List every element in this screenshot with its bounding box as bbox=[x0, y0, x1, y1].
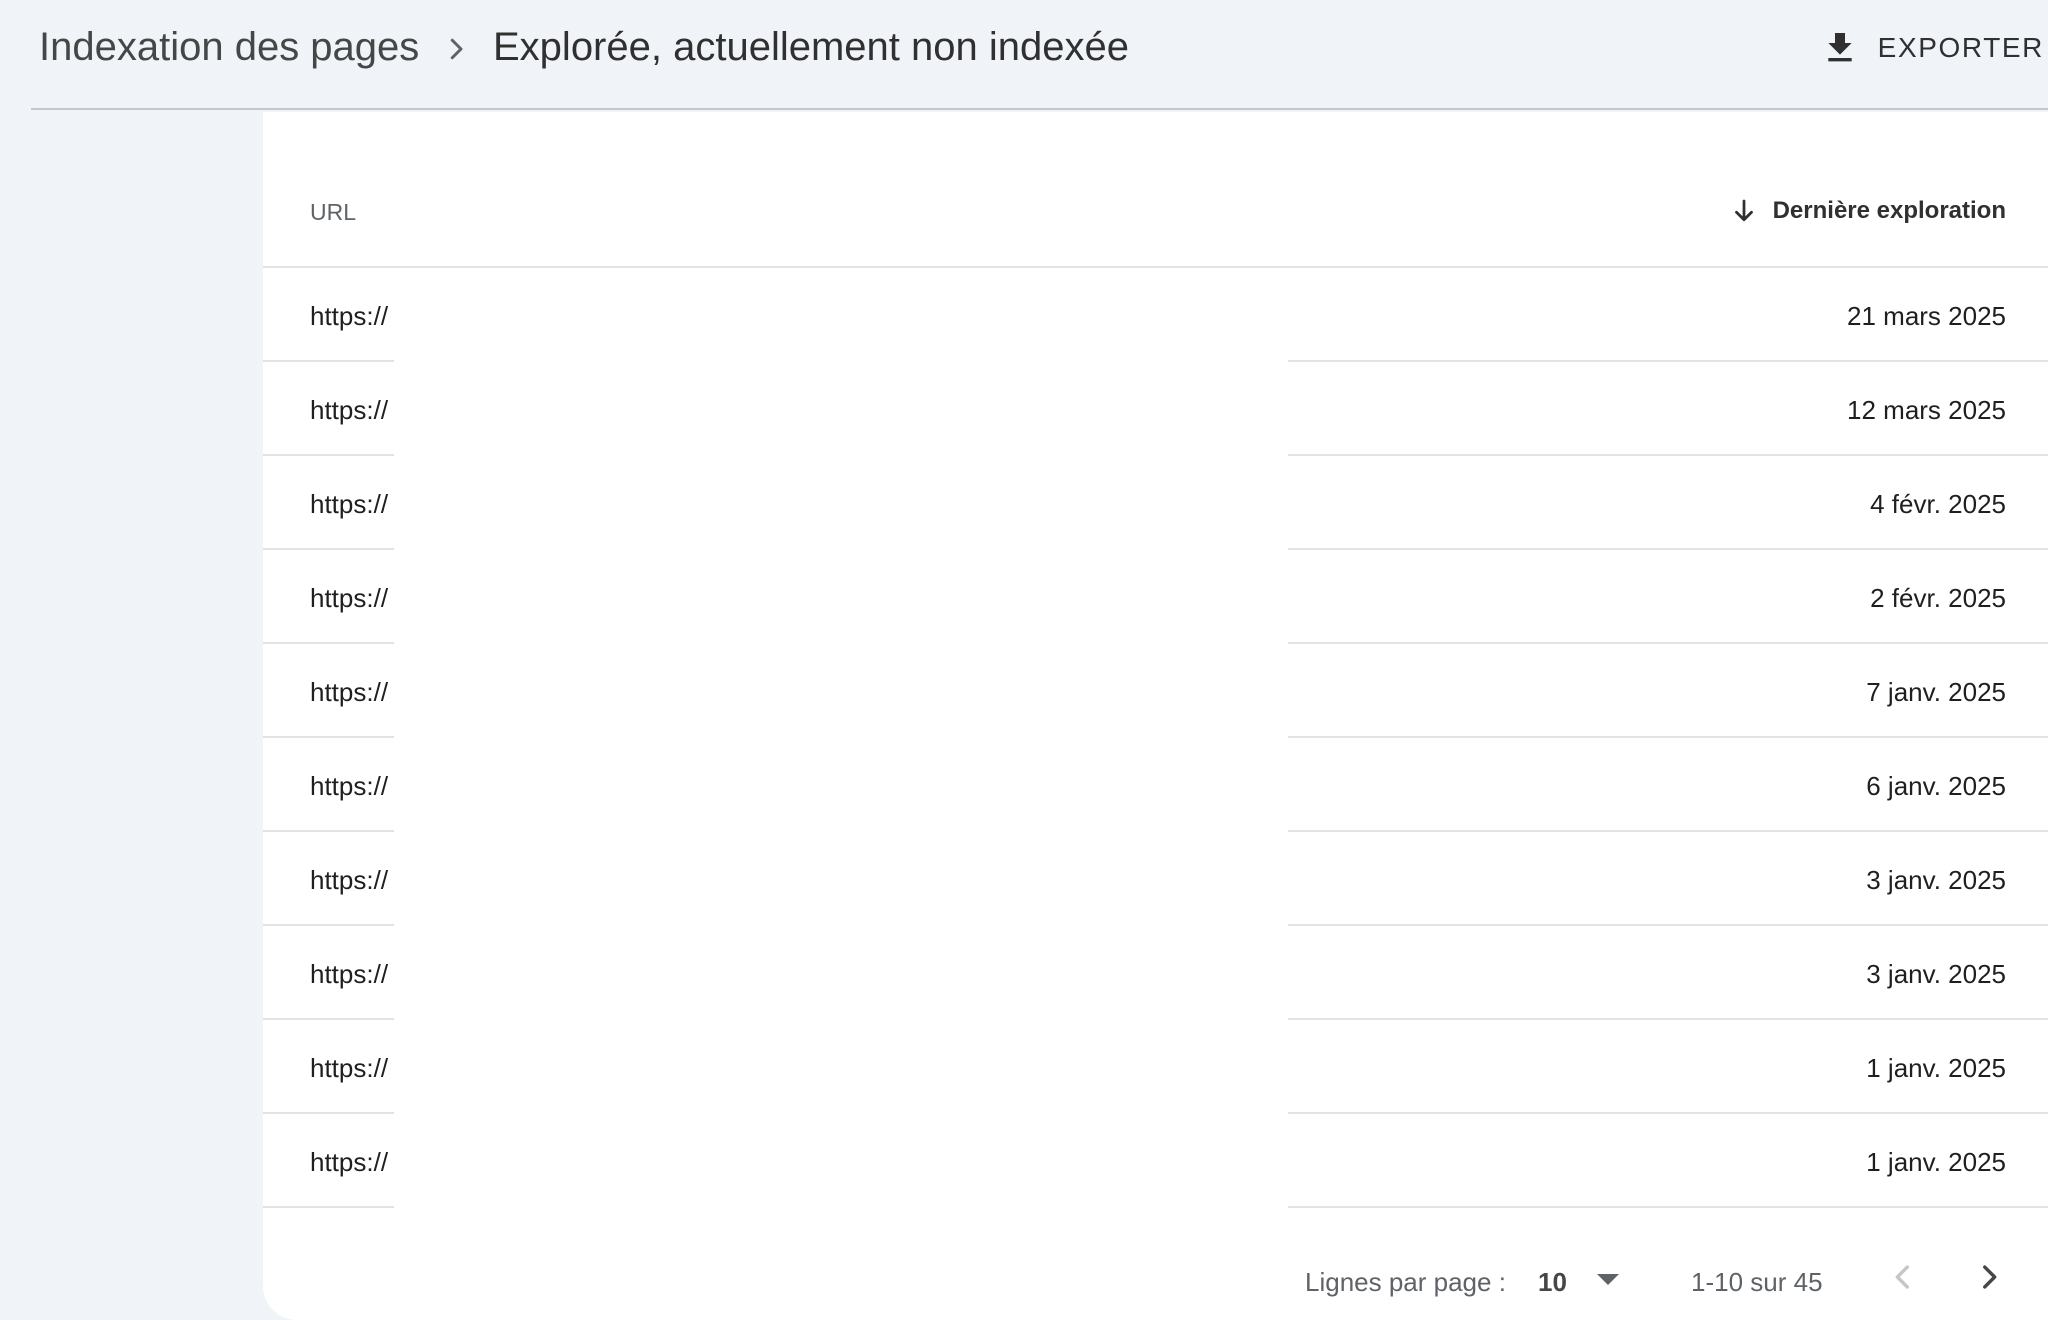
url-cell[interactable]: https:// bbox=[310, 1053, 393, 1084]
column-header-last-crawl-label: Dernière exploration bbox=[1772, 197, 2006, 224]
url-cell[interactable]: https:// bbox=[310, 771, 393, 802]
date-cell: 4 févr. 2025 bbox=[1870, 489, 2006, 519]
url-cell[interactable]: https:// bbox=[310, 395, 393, 426]
date-cell: 3 janv. 2025 bbox=[1866, 865, 2006, 895]
url-cell[interactable]: https:// bbox=[310, 489, 393, 520]
page-title: Explorée, actuellement non indexée bbox=[493, 25, 1129, 69]
url-cell[interactable]: https:// bbox=[310, 301, 393, 332]
date-cell: 21 mars 2025 bbox=[1847, 301, 2006, 331]
url-cell[interactable]: https:// bbox=[310, 865, 393, 896]
url-cell[interactable]: https:// bbox=[310, 1147, 393, 1178]
table-header: URL Dernière exploration bbox=[263, 112, 2048, 268]
redacted-area bbox=[394, 268, 1288, 1208]
date-cell: 1 janv. 2025 bbox=[1866, 1053, 2006, 1083]
column-header-last-crawl[interactable]: Dernière exploration bbox=[1729, 196, 2006, 226]
chevron-right-icon bbox=[1983, 1265, 1997, 1289]
url-cell[interactable]: https:// bbox=[310, 959, 393, 990]
previous-page-button[interactable] bbox=[1878, 1252, 1928, 1302]
dropdown-arrow-icon bbox=[1597, 1274, 1619, 1285]
pagination-range: 1-10 sur 45 bbox=[1691, 1267, 1823, 1297]
export-label: EXPORTER bbox=[1877, 32, 2044, 63]
page-header: Indexation des pages Explorée, actuellem… bbox=[31, 0, 2048, 110]
export-button[interactable]: EXPORTER bbox=[1820, 20, 2044, 76]
rows-per-page-label: Lignes par page : bbox=[1305, 1267, 1506, 1297]
results-table-card: URL Dernière exploration https:// 21 mar… bbox=[263, 112, 2048, 1320]
rows-per-page-value: 10 bbox=[1538, 1267, 1567, 1297]
url-cell[interactable]: https:// bbox=[310, 583, 393, 614]
pagination-bar: Lignes par page : 10 1-10 sur 45 bbox=[263, 1210, 2048, 1320]
chevron-left-icon bbox=[1895, 1265, 1909, 1289]
download-icon bbox=[1828, 33, 1852, 62]
date-cell: 1 janv. 2025 bbox=[1866, 1147, 2006, 1177]
url-cell[interactable]: https:// bbox=[310, 677, 393, 708]
column-header-url[interactable]: URL bbox=[310, 199, 356, 226]
rows-per-page-select[interactable]: 10 bbox=[1538, 1260, 1638, 1300]
date-cell: 7 janv. 2025 bbox=[1866, 677, 2006, 707]
date-cell: 6 janv. 2025 bbox=[1866, 771, 2006, 801]
chevron-right-icon bbox=[450, 38, 463, 60]
date-cell: 3 janv. 2025 bbox=[1866, 959, 2006, 989]
date-cell: 2 févr. 2025 bbox=[1870, 583, 2006, 613]
date-cell: 12 mars 2025 bbox=[1847, 395, 2006, 425]
arrow-down-icon bbox=[1734, 199, 1753, 222]
next-page-button[interactable] bbox=[1964, 1252, 2014, 1302]
breadcrumb-parent[interactable]: Indexation des pages bbox=[39, 25, 419, 70]
